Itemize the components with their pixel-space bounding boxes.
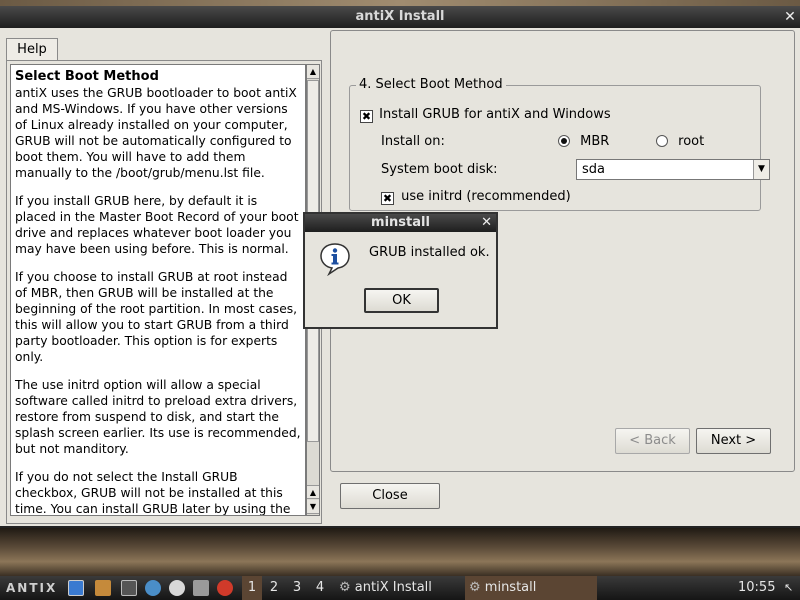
group-title: 4. Select Boot Method: [356, 77, 506, 92]
root-label[interactable]: root: [678, 134, 704, 149]
globe-icon[interactable]: [145, 580, 161, 596]
window-titlebar[interactable]: antiX Install ✕: [0, 6, 800, 28]
desktop-1[interactable]: 1: [242, 576, 262, 600]
dialog-titlebar[interactable]: minstall ✕: [305, 214, 496, 232]
folder-icon[interactable]: [95, 580, 111, 596]
tray-icon[interactable]: ↖: [784, 576, 793, 600]
next-button[interactable]: Next >: [696, 428, 771, 454]
task-minstall[interactable]: ⚙ minstall: [465, 576, 597, 600]
root-radio[interactable]: [656, 135, 668, 147]
ok-button[interactable]: OK: [364, 288, 439, 313]
boot-method-group: 4. Select Boot Method ✖ Install GRUB for…: [349, 77, 770, 211]
tab-help[interactable]: Help: [6, 38, 58, 62]
scroll-up-icon[interactable]: ▲: [307, 65, 319, 79]
initrd-checkbox[interactable]: ✖: [381, 192, 394, 205]
initrd-row[interactable]: ✖ use initrd (recommended): [381, 189, 571, 205]
tools-icon[interactable]: [193, 580, 209, 596]
info-icon: [320, 243, 350, 276]
dialog-close-icon[interactable]: ✕: [481, 214, 492, 232]
help-paragraph: antiX uses the GRUB bootloader to boot a…: [15, 86, 297, 180]
gear-icon: ⚙: [339, 580, 351, 595]
install-on-label: Install on:: [381, 134, 445, 149]
desktop-4[interactable]: 4: [310, 576, 330, 600]
desktop-3[interactable]: 3: [287, 576, 307, 600]
window-close-icon[interactable]: ✕: [782, 6, 798, 28]
mbr-radio[interactable]: [558, 135, 570, 147]
chevron-down-icon[interactable]: ▼: [753, 160, 769, 179]
initrd-label[interactable]: use initrd (recommended): [401, 189, 571, 204]
taskbar: ANTIX 1 2 3 4 ⚙ antiX Install ⚙ minstall…: [0, 576, 800, 600]
task-antix-install[interactable]: ⚙ antiX Install: [335, 576, 463, 600]
mbr-radio-option[interactable]: MBR: [558, 134, 609, 149]
install-grub-checkbox[interactable]: ✖: [360, 110, 373, 123]
help-text-area[interactable]: Select Boot Method antiX uses the GRUB b…: [10, 64, 306, 516]
help-panel: Select Boot Method antiX uses the GRUB b…: [6, 60, 322, 524]
desktop-wallpaper-bottom: [0, 528, 800, 576]
minstall-dialog: minstall ✕ GRUB installed ok. OK: [303, 212, 498, 329]
task-label: antiX Install: [354, 580, 432, 595]
gear-icon: ⚙: [469, 580, 481, 595]
mbr-label[interactable]: MBR: [580, 134, 609, 149]
media-icon[interactable]: [169, 580, 185, 596]
antix-logo[interactable]: ANTIX: [6, 576, 57, 600]
power-icon[interactable]: [217, 580, 233, 596]
help-paragraph: If you install GRUB here, by default it …: [15, 194, 299, 256]
root-radio-option[interactable]: root: [656, 134, 704, 149]
boot-disk-select[interactable]: sda ▼: [576, 159, 770, 180]
help-title: Select Boot Method: [15, 69, 159, 84]
install-grub-label[interactable]: Install GRUB for antiX and Windows: [379, 107, 611, 122]
boot-disk-label: System boot disk:: [381, 162, 498, 177]
close-button[interactable]: Close: [340, 483, 440, 509]
task-label: minstall: [484, 580, 537, 595]
desktop-2[interactable]: 2: [264, 576, 284, 600]
help-paragraph: The use initrd option will allow a speci…: [15, 378, 301, 456]
help-paragraph: If you choose to install GRUB at root in…: [15, 270, 298, 364]
dialog-message: GRUB installed ok.: [369, 245, 490, 260]
scroll-down-icon[interactable]: ▼: [307, 500, 319, 514]
install-grub-row[interactable]: ✖ Install GRUB for antiX and Windows: [360, 107, 611, 123]
dialog-title: minstall: [371, 215, 430, 230]
boot-disk-value: sda: [582, 162, 605, 177]
window-title: antiX Install: [355, 9, 445, 24]
terminal-icon[interactable]: [121, 580, 137, 596]
back-button[interactable]: < Back: [615, 428, 690, 454]
clock: 10:55: [738, 580, 776, 595]
scroll-up-icon[interactable]: ▲: [307, 485, 319, 499]
help-paragraph: If you do not select the Install GRUB ch…: [15, 470, 291, 516]
desktop-icon[interactable]: [68, 580, 84, 596]
